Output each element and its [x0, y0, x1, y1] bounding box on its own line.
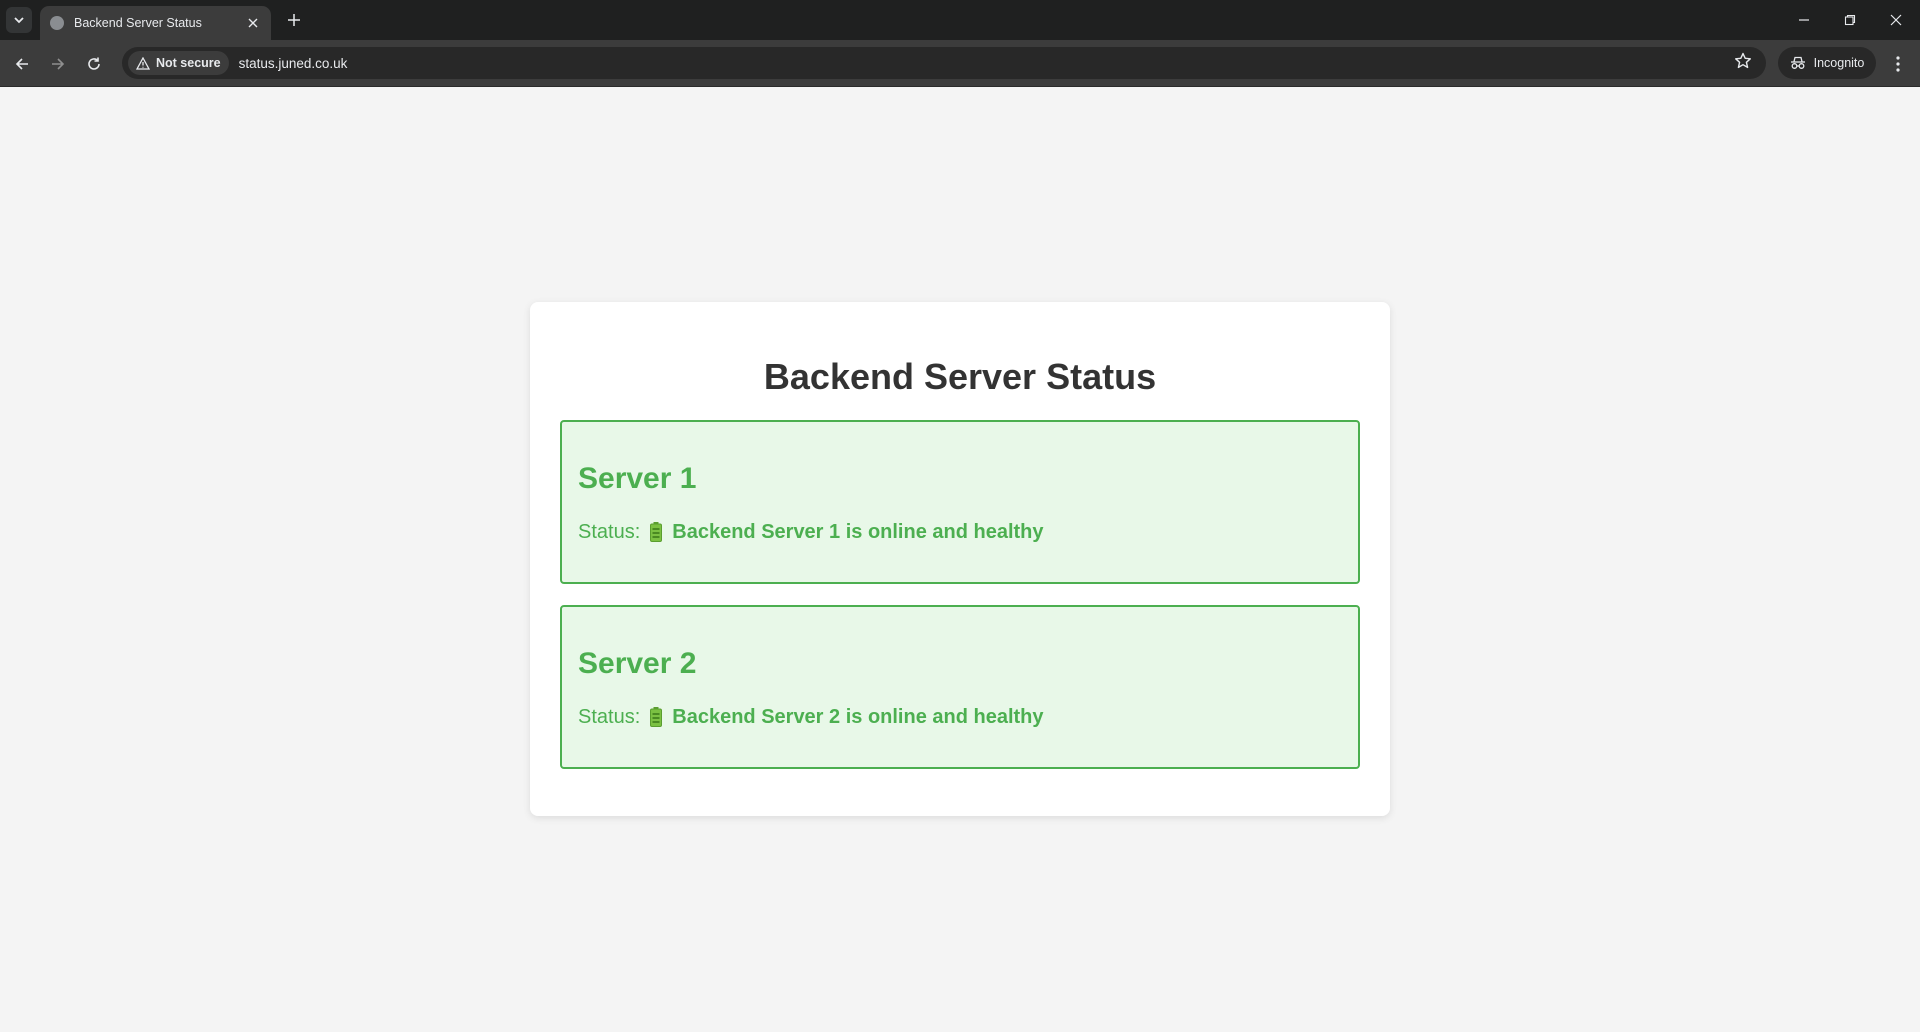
forward-arrow-icon — [52, 58, 65, 70]
server-panel-2: Server 2 Status: Backend Server 2 is onl… — [560, 605, 1360, 769]
status-line: Status: Backend Server 1 is online and h… — [578, 520, 1342, 544]
address-bar[interactable]: Not secure status.juned.co.uk — [122, 47, 1766, 79]
incognito-label: Incognito — [1813, 56, 1865, 70]
tab-list-button[interactable] — [6, 7, 32, 33]
minimize-button[interactable] — [1792, 8, 1816, 32]
plus-icon — [288, 14, 300, 26]
browser-toolbar: Not secure status.juned.co.uk Incognito — [0, 40, 1920, 87]
close-icon — [1890, 14, 1902, 26]
reload-button[interactable] — [82, 52, 106, 76]
active-tab[interactable]: Backend Server Status — [40, 6, 271, 40]
status-line: Status: Backend Server 2 is online and h… — [578, 705, 1342, 729]
close-window-button[interactable] — [1884, 8, 1908, 32]
minimize-icon — [1799, 19, 1809, 21]
restore-icon — [1844, 14, 1856, 26]
status-label: Status: — [578, 521, 641, 543]
status-text: Backend Server 2 is online and healthy — [672, 706, 1044, 728]
back-button[interactable] — [10, 52, 34, 76]
page-title: Backend Server Status — [763, 356, 1157, 397]
status-card: Backend Server Status Server 1 Status: B… — [530, 302, 1390, 816]
security-indicator[interactable]: Not secure — [128, 51, 229, 75]
security-label: Not secure — [156, 56, 221, 70]
battery-icon — [650, 522, 663, 542]
warning-icon — [136, 56, 150, 70]
battery-icon — [650, 707, 663, 727]
server-name: Server 1 — [578, 462, 697, 495]
kebab-menu-icon — [1896, 56, 1900, 72]
back-arrow-icon — [15, 58, 28, 70]
url-text: status.juned.co.uk — [238, 55, 348, 71]
globe-icon — [50, 16, 64, 30]
forward-button[interactable] — [46, 52, 70, 76]
reload-icon — [88, 57, 100, 70]
tab-list-icon — [14, 17, 24, 24]
browser-tab-bar: Backend Server Status — [0, 0, 1920, 40]
tab-title: Backend Server Status — [74, 16, 202, 30]
star-icon — [1735, 52, 1751, 69]
server-panel-1: Server 1 Status: Backend Server 1 is onl… — [560, 420, 1360, 584]
server-name: Server 2 — [578, 647, 697, 680]
status-text: Backend Server 1 is online and healthy — [672, 521, 1044, 543]
incognito-indicator[interactable]: Incognito — [1778, 47, 1876, 79]
tab-close-button[interactable] — [245, 15, 261, 31]
bookmark-button[interactable] — [1734, 52, 1752, 75]
incognito-icon — [1790, 56, 1805, 69]
restore-button[interactable] — [1838, 8, 1862, 32]
close-icon — [248, 18, 258, 28]
new-tab-button[interactable] — [282, 8, 306, 32]
browser-menu-button[interactable] — [1886, 52, 1910, 76]
status-label: Status: — [578, 706, 641, 728]
